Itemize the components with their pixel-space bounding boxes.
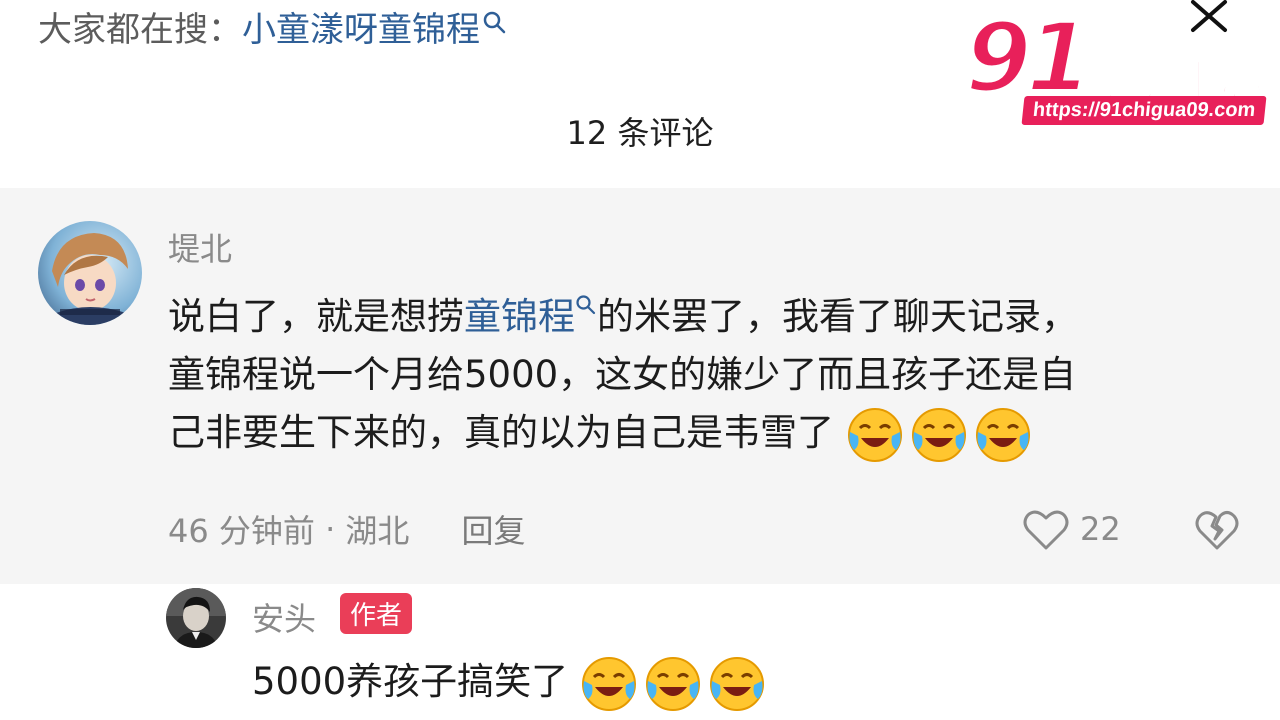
avatar-image bbox=[166, 588, 226, 648]
comment-location: 湖北 bbox=[345, 512, 410, 550]
broken-heart-icon[interactable] bbox=[1194, 506, 1240, 552]
meta-separator: · bbox=[314, 510, 346, 548]
comment-item: 堤北 说白了，就是想捞童锦程 的米罢了，我看了聊天记录， 童锦程说一个月给5000… bbox=[0, 188, 1280, 584]
watermark-url: https://91chigua09.com bbox=[1021, 96, 1267, 125]
reply-body: 5000养孩子搞笑了 bbox=[252, 652, 772, 713]
tears-of-joy-emoji-icon bbox=[581, 656, 636, 711]
avatar[interactable] bbox=[166, 588, 226, 648]
comment-username[interactable]: 堤北 bbox=[168, 224, 232, 270]
tears-of-joy-emoji-icon bbox=[709, 656, 764, 711]
comment-text-part: 童锦程说一个月给5000，这女的嫌少了而且孩子还是自 bbox=[168, 353, 1077, 396]
comment-text-part: 己非要生下来的，真的以为自己是韦雪了 bbox=[168, 411, 834, 454]
comment-search-link[interactable]: 童锦程 bbox=[464, 295, 575, 338]
comment-meta: 46 分钟前 · 湖北 回复 bbox=[168, 506, 525, 552]
comment-time: 46 分钟前 bbox=[168, 512, 315, 550]
author-badge: 作者 bbox=[340, 593, 413, 634]
comment-text-part: 的米罢了，我看了聊天记录， bbox=[597, 295, 1078, 338]
tears-of-joy-emoji-icon bbox=[847, 407, 902, 462]
search-icon bbox=[483, 11, 506, 34]
heart-icon[interactable] bbox=[1022, 506, 1070, 552]
comment-text-part: 说白了，就是想捞 bbox=[168, 295, 464, 338]
tears-of-joy-emoji-icon bbox=[975, 407, 1030, 462]
search-suggestion[interactable]: 大家都在搜： 小童漾呀童锦程 bbox=[38, 2, 508, 50]
comment-body: 说白了，就是想捞童锦程 的米罢了，我看了聊天记录， 童锦程说一个月给5000，这女… bbox=[168, 288, 1248, 462]
tears-of-joy-emoji-icon bbox=[911, 407, 966, 462]
avatar[interactable] bbox=[38, 221, 142, 325]
search-icon bbox=[576, 295, 596, 315]
tears-of-joy-emoji-icon bbox=[645, 656, 700, 711]
search-prefix: 大家都在搜： bbox=[38, 9, 242, 50]
like-count: 22 bbox=[1080, 510, 1121, 548]
watermark-logo: 91 吃瓜中心 https://91chigua09.com bbox=[963, 0, 1277, 138]
search-term-link[interactable]: 小童漾呀童锦程 bbox=[242, 2, 480, 51]
reply-button[interactable]: 回复 bbox=[461, 506, 525, 552]
avatar-image bbox=[38, 221, 142, 325]
reply-username[interactable]: 安头 bbox=[252, 594, 316, 640]
reply-item: 安头 作者 5000养孩子搞笑了 bbox=[0, 584, 1280, 720]
reply-text: 5000养孩子搞笑了 bbox=[252, 660, 569, 703]
